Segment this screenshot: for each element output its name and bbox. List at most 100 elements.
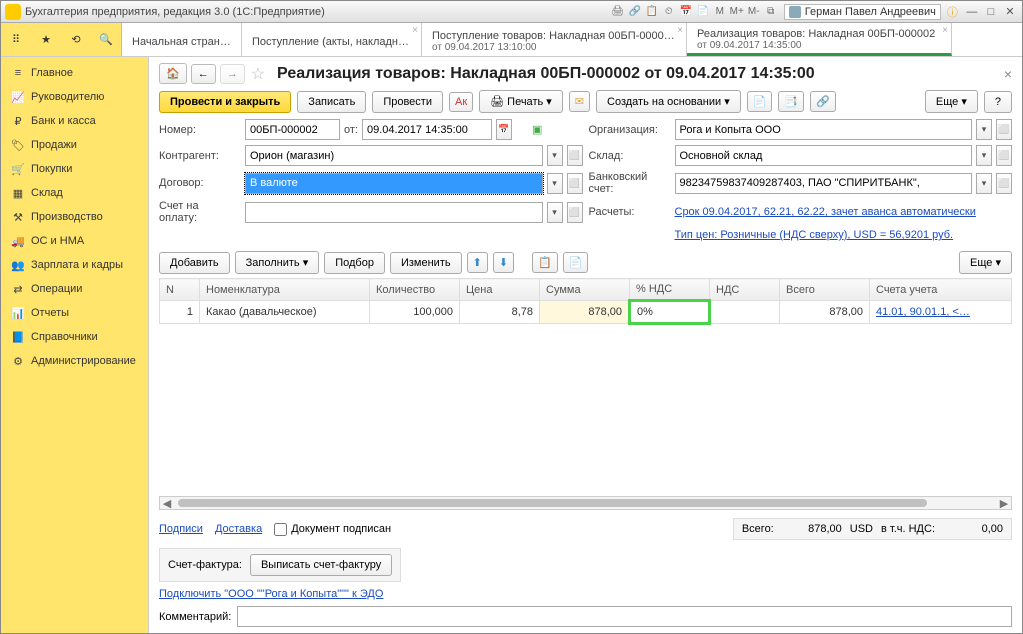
home-button[interactable]: 🏠 [159, 63, 187, 84]
open-icon[interactable]: ⬜ [567, 202, 583, 223]
col-qty[interactable]: Количество [370, 279, 460, 301]
tool-icon[interactable]: 🖨 [611, 5, 625, 19]
open-icon[interactable]: ⬜ [567, 173, 583, 194]
nav-sales[interactable]: 🏷Продажи [1, 133, 148, 157]
chevron-down-icon[interactable]: ▾ [976, 145, 992, 166]
tab-home[interactable]: Начальная страница [122, 23, 242, 56]
minimize-button[interactable]: — [964, 6, 980, 18]
fill-button[interactable]: Заполнить ▾ [235, 251, 320, 274]
col-nom[interactable]: Номенклатура [200, 279, 370, 301]
mail-icon[interactable]: ✉ [569, 91, 590, 112]
tool-icon[interactable]: 📋 [645, 5, 659, 19]
print-button[interactable]: 🖨 Печать ▾ [479, 90, 563, 113]
tool-icon[interactable]: 📅 [679, 5, 693, 19]
user-box[interactable]: Герман Павел Андреевич [784, 4, 941, 20]
nav-directories[interactable]: 📘Справочники [1, 325, 148, 349]
paste-icon[interactable]: 📄 [563, 252, 589, 273]
bank-field[interactable]: 98234759837409287403, ПАО "СПИРИТБАНК", [675, 173, 973, 194]
nav-bank[interactable]: ₽Банк и касса [1, 109, 148, 133]
tool-icon[interactable]: ⏲ [662, 5, 676, 19]
nav-warehouse[interactable]: ▦Склад [1, 181, 148, 205]
info-icon[interactable]: ⓘ [947, 4, 958, 20]
cell-price[interactable]: 8,78 [460, 301, 540, 324]
doc-signed-input[interactable] [274, 523, 287, 536]
col-n[interactable]: N [160, 279, 200, 301]
close-button[interactable]: ✕ [1002, 5, 1018, 18]
open-icon[interactable]: ⬜ [567, 145, 583, 166]
close-icon[interactable]: × [677, 25, 683, 37]
m-icon[interactable]: M [713, 5, 727, 19]
open-icon[interactable]: ⬜ [996, 173, 1012, 194]
cell-n[interactable]: 1 [160, 301, 200, 324]
help-button[interactable]: ? [984, 91, 1012, 113]
close-icon[interactable]: × [942, 25, 948, 37]
maximize-button[interactable]: □ [983, 6, 999, 18]
nav-assets[interactable]: 🚚ОС и НМА [1, 229, 148, 253]
doc-icon[interactable]: 📑 [778, 91, 804, 112]
m-plus-icon[interactable]: M+ [730, 5, 744, 19]
add-button[interactable]: Добавить [159, 252, 230, 274]
nav-manager[interactable]: 📈Руководителю [1, 85, 148, 109]
history-icon[interactable]: ⟲ [61, 23, 91, 56]
col-total[interactable]: Всего [780, 279, 870, 301]
attach-icon[interactable]: 🔗 [810, 91, 836, 112]
doc-signed-checkbox[interactable]: Документ подписан [274, 523, 391, 536]
chevron-down-icon[interactable]: ▾ [547, 173, 563, 194]
save-button[interactable]: Записать [297, 91, 366, 113]
cell-vatp[interactable]: 0% [630, 301, 710, 324]
org-field[interactable]: Рога и Копыта ООО [675, 119, 973, 140]
calc-link[interactable]: Срок 09.04.2017, 62.21, 62.22, зачет ава… [675, 206, 976, 218]
close-icon[interactable]: × [1004, 66, 1012, 82]
issue-invoice-button[interactable]: Выписать счет-фактуру [250, 554, 392, 576]
cell-vat[interactable] [710, 301, 780, 324]
tab-sale-doc[interactable]: × Реализация товаров: Накладная 00БП-000… [687, 23, 952, 56]
nav-reports[interactable]: 📊Отчеты [1, 301, 148, 325]
col-accts[interactable]: Счета учета [870, 279, 1012, 301]
table-row[interactable]: 1 Какао (давальческое) 100,000 8,78 878,… [160, 301, 1012, 324]
cell-qty[interactable]: 100,000 [370, 301, 460, 324]
tab-receipts[interactable]: × Поступление (акты, накладные) [242, 23, 422, 56]
contragent-field[interactable]: Орион (магазин) [245, 145, 543, 166]
cell-sum[interactable]: 878,00 [540, 301, 630, 324]
cell-nom[interactable]: Какао (давальческое) [200, 301, 370, 324]
move-down-icon[interactable]: ⬇ [493, 252, 514, 273]
edo-link[interactable]: Подключить "ООО ""Рога и Копыта""" к ЭДО [159, 588, 383, 600]
col-vatp[interactable]: % НДС [630, 279, 710, 301]
move-up-icon[interactable]: ⬆ [467, 252, 488, 273]
nav-operations[interactable]: ⇄Операции [1, 277, 148, 301]
nav-production[interactable]: ⚒Производство [1, 205, 148, 229]
create-based-button[interactable]: Создать на основании ▾ [596, 90, 741, 113]
calendar-icon[interactable]: 📅 [496, 119, 512, 140]
tool-icon[interactable]: ⧉ [764, 5, 778, 19]
select-button[interactable]: Подбор [324, 252, 385, 274]
open-icon[interactable]: ⬜ [996, 145, 1012, 166]
doc-icon[interactable]: 📄 [747, 91, 773, 112]
back-button[interactable]: ← [191, 64, 216, 84]
scroll-thumb[interactable] [178, 499, 927, 507]
favorite-icon[interactable]: ☆ [251, 64, 265, 84]
date-field[interactable]: 09.04.2017 14:35:00 [362, 119, 492, 140]
post-button[interactable]: Провести [372, 91, 443, 113]
chevron-down-icon[interactable]: ▾ [976, 119, 992, 140]
nav-admin[interactable]: ⚙Администрирование [1, 349, 148, 373]
chevron-down-icon[interactable]: ▾ [976, 173, 992, 194]
apps-icon[interactable]: ⠿ [1, 23, 31, 56]
nav-main[interactable]: ≡Главное [1, 61, 148, 85]
close-icon[interactable]: × [412, 25, 418, 37]
chevron-down-icon[interactable]: ▾ [547, 202, 563, 223]
star-icon[interactable]: ★ [31, 23, 61, 56]
tab-receipt-doc[interactable]: × Поступление товаров: Накладная 00БП-00… [422, 23, 687, 56]
scroll-right-icon[interactable]: ▶ [997, 497, 1011, 510]
chevron-down-icon[interactable]: ▾ [547, 145, 563, 166]
signatures-link[interactable]: Подписи [159, 523, 203, 535]
edit-button[interactable]: Изменить [390, 252, 462, 274]
number-field[interactable]: 00БП-000002 [245, 119, 340, 140]
dt-kt-icon[interactable]: Ак [449, 92, 473, 112]
table-more-button[interactable]: Еще ▾ [959, 251, 1012, 274]
warehouse-field[interactable]: Основной склад [675, 145, 973, 166]
cell-total[interactable]: 878,00 [780, 301, 870, 324]
col-sum[interactable]: Сумма [540, 279, 630, 301]
post-and-close-button[interactable]: Провести и закрыть [159, 91, 291, 113]
col-vat[interactable]: НДС [710, 279, 780, 301]
payacct-field[interactable] [245, 202, 543, 223]
